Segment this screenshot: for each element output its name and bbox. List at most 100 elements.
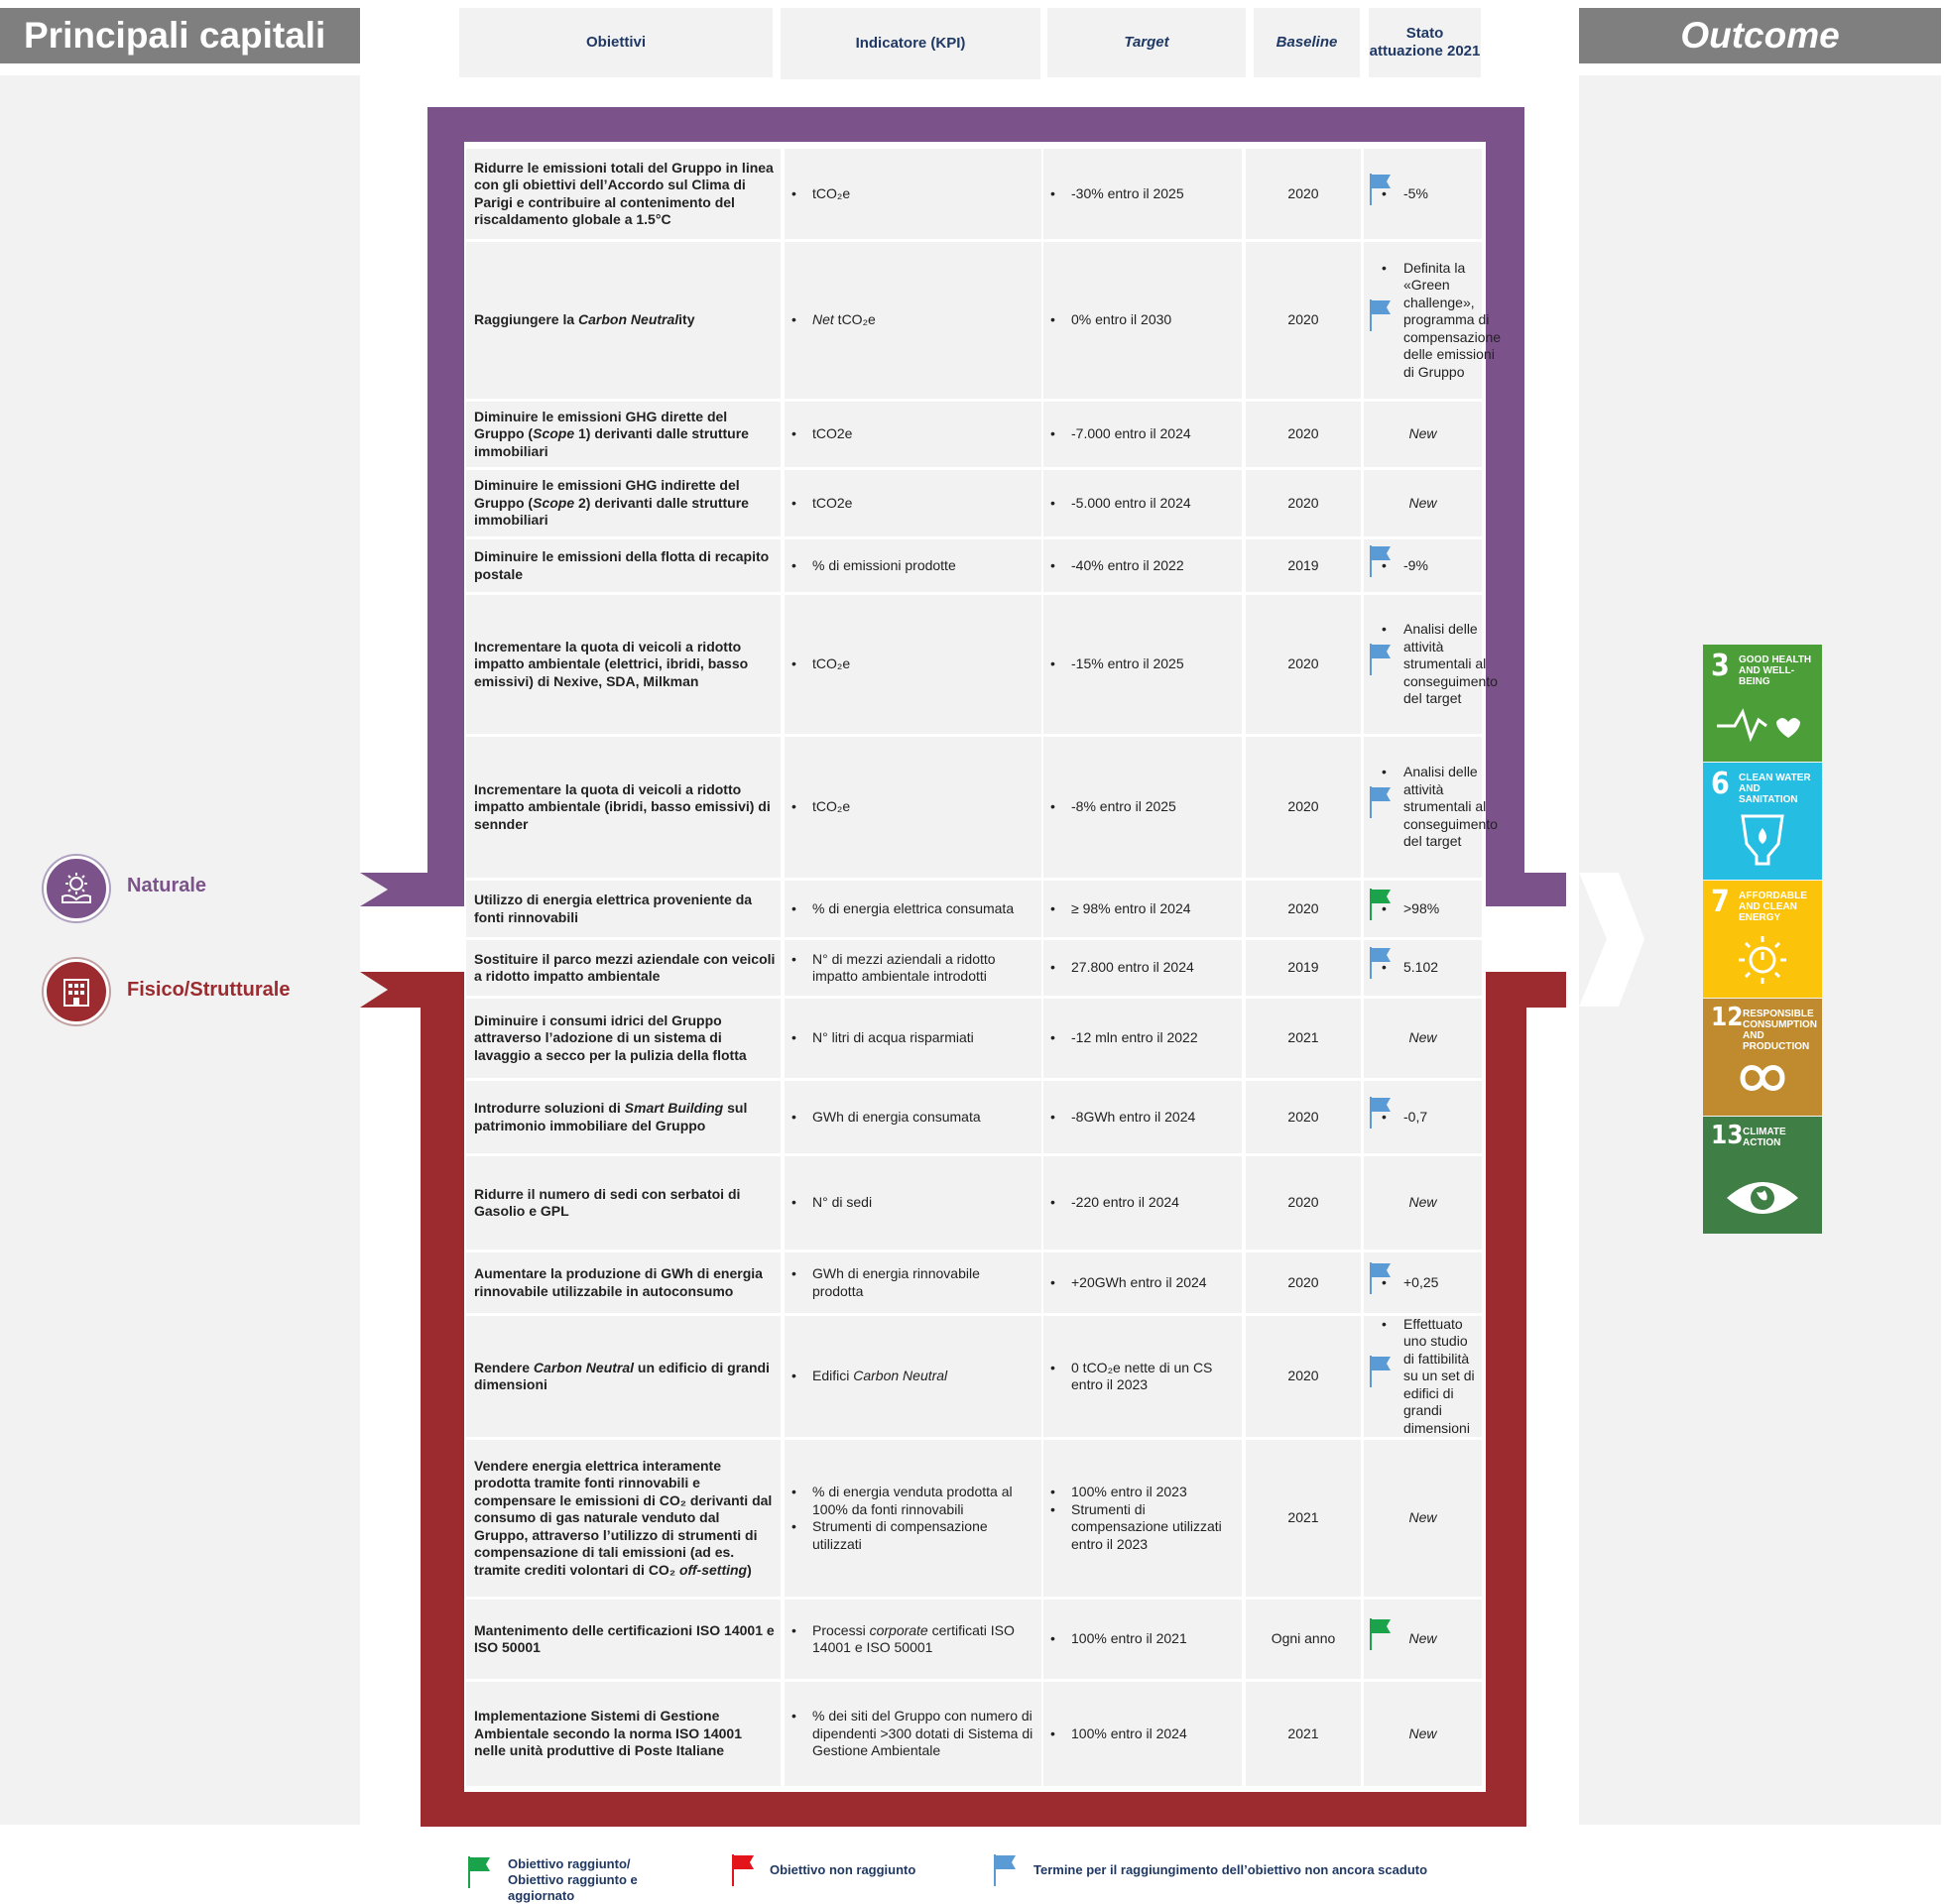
kpi-cell: • GWh di energia rinnovabile prodotta [785,1252,1041,1313]
flag-blue-icon [994,1854,1016,1886]
legend-green-label: Obiettivo raggiunto/ Obiettivo raggiunto… [508,1856,638,1903]
capitals-title: Principali capitali [24,15,326,56]
sdg-tile-13: 13 CLIMATE ACTION [1703,1117,1822,1234]
target-text: 100% entro il 2023 [1071,1484,1187,1499]
status-cell: New [1364,999,1482,1078]
status-text: >98% [1403,899,1440,916]
status-text: New [1408,1725,1437,1741]
sdg-number: 12 [1711,1003,1744,1032]
target-cell: • -5.000 entro il 2024 [1043,470,1242,536]
status-cell: • +0,25 [1364,1252,1482,1313]
target-text: -220 entro il 2024 [1071,1194,1179,1211]
sdg-tile-6: 6 CLEAN WATER AND SANITATION [1703,763,1822,880]
baseline-cell: 2020 [1246,1316,1361,1437]
status-text: 5.102 [1403,959,1439,976]
water-drop-icon [1741,814,1784,866]
objective-cell: Aumentare la produzione di GWh di energi… [466,1252,781,1313]
flag-blue-icon [1370,1096,1391,1129]
bullet: • [791,655,796,672]
kpi-text: % di energia elettrica consumata [812,899,1015,916]
bullet: • [791,1108,796,1125]
objective-cell: Diminuire le emissioni GHG dirette del G… [466,402,781,467]
status-cell: New [1364,1600,1482,1679]
status-cell: • Effettuato uno studio di fattibilità su… [1364,1316,1482,1437]
legend-red-label: Obiettivo non raggiunto [770,1862,916,1877]
objective-cell: Diminuire le emissioni della flotta di r… [466,539,781,592]
sdg-title: CLIMATE ACTION [1743,1127,1786,1148]
bullet: • [1050,1725,1055,1741]
status-cell: New [1364,1156,1482,1250]
target-cell: • -7.000 entro il 2024 [1043,402,1242,467]
status-cell: New [1364,1682,1482,1786]
bullet: • [1382,1108,1387,1125]
sdg-number: 6 [1711,767,1730,801]
status-text: New [1408,494,1437,511]
bullet: • [1050,184,1055,201]
target-text: -15% entro il 2025 [1071,655,1184,672]
bullet: • [791,798,796,815]
target-cell: • 27.800 entro il 2024 [1043,940,1242,996]
baseline-cell: 2021 [1246,999,1361,1078]
kpi-text: % di emissioni prodotte [812,556,956,573]
bullet: • [1050,1194,1055,1211]
baseline-text: 2021 [1287,1725,1319,1741]
bullet: • [1050,425,1055,442]
kpi-cell: • tCO₂e [785,149,1041,239]
baseline-text: 2021 [1287,1509,1319,1526]
bullet: • [1050,1630,1055,1647]
naturale-icon [44,856,109,921]
flag-green-icon [1370,1618,1391,1650]
status-cell: • Analisi delle attività strumentali al c… [1364,595,1498,734]
outcome-title: Outcome [1680,15,1840,56]
bullet: • [1050,1108,1055,1125]
bullet: • [791,1518,796,1534]
baseline-cell: 2020 [1246,595,1361,734]
status-text: -9% [1403,556,1428,573]
kpi-text: Strumenti di compensazione utilizzati [812,1518,988,1552]
target-cell: • -12 mln entro il 2022 [1043,999,1242,1078]
capitals-header: Principali capitali [0,8,360,63]
flag-blue-icon [1370,1356,1391,1387]
target-text: -12 mln entro il 2022 [1071,1029,1198,1046]
kpi-text: % dei siti del Gruppo con numero di dipe… [812,1708,1033,1759]
status-cell: • Analisi delle attività strumentali al c… [1364,737,1498,878]
bullet: • [1050,1029,1055,1046]
objective-cell: Vendere energia elettrica interamente pr… [466,1440,781,1597]
objective-cell: Sostituire il parco mezzi aziendale con … [466,940,781,996]
kpi-text: tCO2e [812,494,853,511]
target-cell: • ≥ 98% entro il 2024 [1043,881,1242,937]
col-header-baseline: Baseline [1254,8,1360,77]
kpi-cell: • tCO2e [785,470,1041,536]
objective-text: Ridurre il numero di sedi con serbatoi d… [474,1185,741,1220]
bullet: • [791,1029,796,1046]
sun-power-icon [1739,936,1786,984]
col-header-stato-label: Stato attuazione 2021 [1369,25,1481,60]
baseline-text: 2020 [1287,311,1319,328]
bullet: • [1050,899,1055,916]
bullet: • [1050,556,1055,573]
status-text: New [1408,1029,1437,1046]
bullet: • [791,425,796,442]
bullet: • [791,1708,796,1725]
objective-cell: Raggiungere la Carbon Neutrality [466,242,781,399]
bullet: • [1050,494,1055,511]
baseline-text: 2020 [1287,1194,1319,1211]
status-text: New [1408,1194,1437,1211]
target-text: +20GWh entro il 2024 [1071,1273,1207,1290]
bullet: • [1050,959,1055,976]
baseline-text: 2020 [1287,798,1319,815]
objective-text: Diminuire i consumi idrici del Gruppo at… [474,1012,747,1063]
flag-blue-icon [1370,786,1391,818]
kpi-cell: • Edifici Carbon Neutral [785,1316,1041,1437]
objective-text: Introdurre soluzioni di Smart Building s… [474,1100,748,1133]
target-text: ≥ 98% entro il 2024 [1071,899,1191,916]
bullet: • [1382,1315,1387,1332]
target-cell: • 0% entro il 2030 [1043,242,1242,399]
target-cell: • 100% entro il 2024 [1043,1682,1242,1786]
flag-blue-icon [1370,644,1391,675]
baseline-cell: 2020 [1246,1252,1361,1313]
flag-green-icon [468,1856,490,1888]
baseline-text: 2019 [1287,556,1319,573]
target-cell: • -40% entro il 2022 [1043,539,1242,592]
target-text: 0% entro il 2030 [1071,311,1172,328]
